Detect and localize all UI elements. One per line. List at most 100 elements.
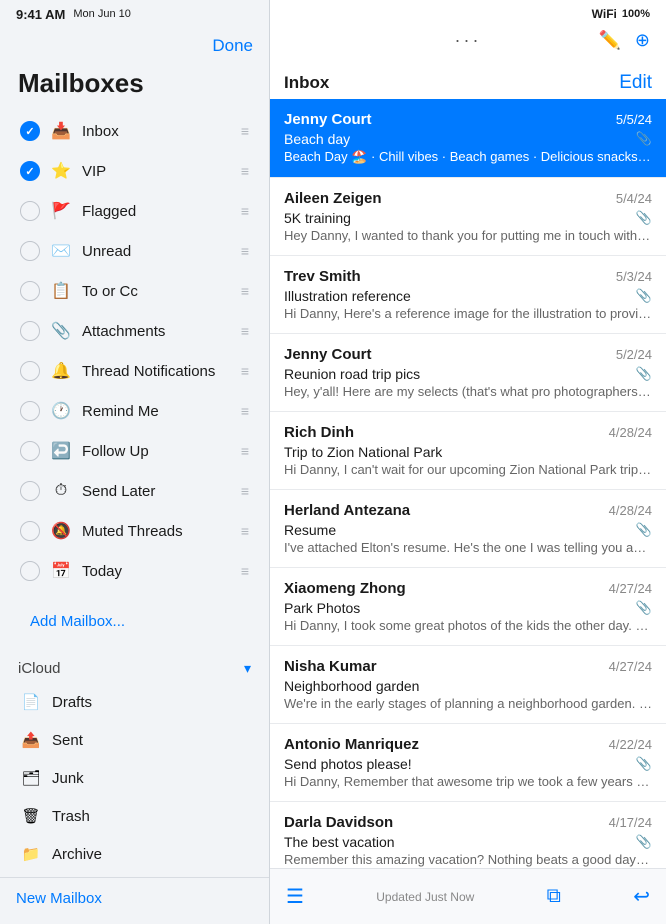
mailbox-checkbox-inbox[interactable]: [20, 121, 40, 141]
sidebar-item-remind-me[interactable]: 🕐 Remind Me ≡: [6, 391, 263, 431]
icloud-item-icloud-archive[interactable]: 📁 Archive: [16, 835, 253, 873]
sidebar-item-thread-notifications[interactable]: 🔔 Thread Notifications ≡: [6, 351, 263, 391]
add-mailbox-button[interactable]: Add Mailbox...: [12, 605, 143, 638]
drag-handle-attachments[interactable]: ≡: [241, 323, 249, 339]
email-sender: Antonio Manriquez: [284, 736, 419, 753]
sidebar-item-attachments[interactable]: 📎 Attachments ≡: [6, 311, 263, 351]
icloud-header[interactable]: iCloud ▾: [16, 654, 253, 683]
icloud-icon-icloud-junk: 🗂: [20, 767, 42, 789]
mailbox-checkbox-flagged[interactable]: [20, 201, 40, 221]
email-list-item[interactable]: Jenny Court 5/5/24 Beach day 📎 Beach Day…: [270, 99, 666, 178]
drag-handle-inbox[interactable]: ≡: [241, 123, 249, 139]
copy-button[interactable]: ⧉: [547, 885, 561, 908]
attachment-icon: 📎: [636, 834, 652, 850]
email-date: 4/22/24: [609, 737, 652, 752]
icloud-item-icloud-sent[interactable]: 📤 Sent: [16, 721, 253, 759]
email-list-item[interactable]: Aileen Zeigen 5/4/24 5K training 📎 Hey D…: [270, 178, 666, 256]
email-list-item[interactable]: Nisha Kumar 4/27/24 Neighborhood garden …: [270, 646, 666, 724]
email-date: 4/27/24: [609, 581, 652, 596]
email-preview: Hey, y'all! Here are my selects (that's …: [284, 384, 652, 399]
sidebar-item-follow-up[interactable]: ↩️ Follow Up ≡: [6, 431, 263, 471]
email-sender: Rich Dinh: [284, 424, 354, 441]
email-preview: Remember this amazing vacation? Nothing …: [284, 852, 652, 867]
mailbox-icon-vip: ⭐: [50, 160, 72, 182]
icloud-item-icloud-drafts[interactable]: 📄 Drafts: [16, 683, 253, 721]
mailbox-checkbox-attachments[interactable]: [20, 321, 40, 341]
email-list-item[interactable]: Antonio Manriquez 4/22/24 Send photos pl…: [270, 724, 666, 802]
drag-handle-muted-threads[interactable]: ≡: [241, 523, 249, 539]
icloud-icon-icloud-sent: 📤: [20, 729, 42, 751]
drag-handle-thread-notifications[interactable]: ≡: [241, 363, 249, 379]
compose-button[interactable]: ✏️: [598, 30, 620, 51]
mailbox-icon-follow-up: ↩️: [50, 440, 72, 462]
icloud-icon-icloud-drafts: 📄: [20, 691, 42, 713]
sidebar-item-muted-threads[interactable]: 🔕 Muted Threads ≡: [6, 511, 263, 551]
mailbox-checkbox-muted-threads[interactable]: [20, 521, 40, 541]
mailbox-icon-send-later: ⏱: [50, 480, 72, 502]
drag-handle-flagged[interactable]: ≡: [241, 203, 249, 219]
sidebar-item-drafts[interactable]: 📄 Drafts ≡: [6, 591, 263, 601]
mailbox-checkbox-vip[interactable]: [20, 161, 40, 181]
email-preview: Hi Danny, Here's a reference image for t…: [284, 306, 652, 321]
back-button[interactable]: ↩: [633, 884, 650, 909]
email-preview: I've attached Elton's resume. He's the o…: [284, 540, 652, 555]
sidebar-item-inbox[interactable]: 📥 Inbox ≡: [6, 111, 263, 151]
email-preview: Hi Danny, I took some great photos of th…: [284, 618, 652, 633]
email-subject: Resume: [284, 522, 336, 538]
done-button[interactable]: Done: [212, 36, 253, 56]
mailbox-icon-today: 📅: [50, 560, 72, 582]
status-time: 9:41 AM: [16, 7, 65, 22]
mailbox-checkbox-unread[interactable]: [20, 241, 40, 261]
icloud-label-icloud-sent: Sent: [52, 732, 83, 749]
icloud-items: 📄 Drafts 📤 Sent 🗂 Junk 🗑 Trash 📁 Archive: [16, 683, 253, 877]
drag-handle-unread[interactable]: ≡: [241, 243, 249, 259]
email-list-item[interactable]: Jenny Court 5/2/24 Reunion road trip pic…: [270, 334, 666, 412]
mailbox-checkbox-send-later[interactable]: [20, 481, 40, 501]
email-list-item[interactable]: Trev Smith 5/3/24 Illustration reference…: [270, 256, 666, 334]
email-list-item[interactable]: Rich Dinh 4/28/24 Trip to Zion National …: [270, 412, 666, 490]
email-date: 5/5/24: [616, 112, 652, 127]
sidebar-item-unread[interactable]: ✉️ Unread ≡: [6, 231, 263, 271]
mailbox-icon-muted-threads: 🔕: [50, 520, 72, 542]
drag-handle-today[interactable]: ≡: [241, 563, 249, 579]
drag-handle-follow-up[interactable]: ≡: [241, 443, 249, 459]
email-list-item[interactable]: Herland Antezana 4/28/24 Resume 📎 I've a…: [270, 490, 666, 568]
more-button[interactable]: ⊕: [635, 30, 650, 51]
drag-handle-toorcc[interactable]: ≡: [241, 283, 249, 299]
attachment-icon: 📎: [636, 288, 652, 304]
attachment-icon: 📎: [636, 522, 652, 538]
mailbox-checkbox-follow-up[interactable]: [20, 441, 40, 461]
drag-handle-remind-me[interactable]: ≡: [241, 403, 249, 419]
sidebar-item-toorcc[interactable]: 📋 To or Cc ≡: [6, 271, 263, 311]
mailbox-checkbox-today[interactable]: [20, 561, 40, 581]
email-subject: 5K training: [284, 210, 351, 226]
email-date: 5/3/24: [616, 269, 652, 284]
drag-handle-send-later[interactable]: ≡: [241, 483, 249, 499]
filter-button[interactable]: ☰: [286, 884, 304, 909]
email-list-item[interactable]: Xiaomeng Zhong 4/27/24 Park Photos 📎 Hi …: [270, 568, 666, 646]
email-date: 4/27/24: [609, 659, 652, 674]
email-subject: The best vacation: [284, 834, 395, 850]
sidebar-item-vip[interactable]: ⭐ VIP ≡: [6, 151, 263, 191]
email-date: 5/2/24: [616, 347, 652, 362]
mailbox-checkbox-remind-me[interactable]: [20, 401, 40, 421]
sidebar-item-today[interactable]: 📅 Today ≡: [6, 551, 263, 591]
battery-icon: 100%: [622, 8, 650, 20]
sidebar-item-flagged[interactable]: 🚩 Flagged ≡: [6, 191, 263, 231]
icloud-item-icloud-junk[interactable]: 🗂 Junk: [16, 759, 253, 797]
more-options-icon[interactable]: ···: [455, 30, 482, 50]
status-date: Mon Jun 10: [73, 8, 130, 20]
sidebar-item-send-later[interactable]: ⏱ Send Later ≡: [6, 471, 263, 511]
email-subject: Neighborhood garden: [284, 678, 419, 694]
icloud-icon-icloud-archive: 📁: [20, 843, 42, 865]
drag-handle-vip[interactable]: ≡: [241, 163, 249, 179]
mailbox-checkbox-thread-notifications[interactable]: [20, 361, 40, 381]
icloud-icon-icloud-trash: 🗑: [20, 805, 42, 827]
edit-button[interactable]: Edit: [619, 72, 652, 94]
new-mailbox-button[interactable]: New Mailbox: [16, 890, 102, 907]
icloud-item-icloud-trash[interactable]: 🗑 Trash: [16, 797, 253, 835]
attachment-icon: 📎: [636, 600, 652, 616]
email-list-item[interactable]: Darla Davidson 4/17/24 The best vacation…: [270, 802, 666, 868]
mailbox-checkbox-toorcc[interactable]: [20, 281, 40, 301]
mailbox-label-remind-me: Remind Me: [82, 403, 235, 420]
